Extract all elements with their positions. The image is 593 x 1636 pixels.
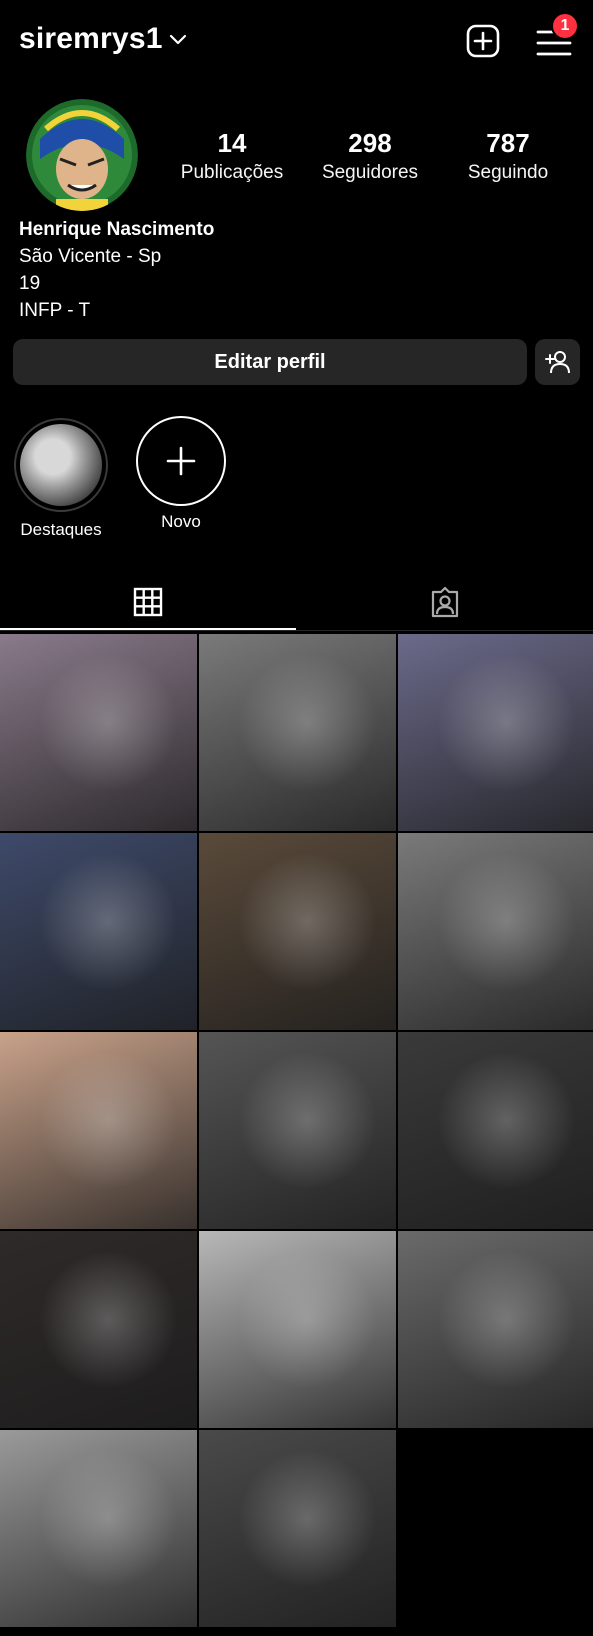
following-count-value: 787 xyxy=(486,128,530,158)
discover-people-button[interactable] xyxy=(535,339,580,385)
edit-profile-button[interactable]: Editar perfil xyxy=(13,339,527,385)
post-thumbnail[interactable] xyxy=(199,1231,396,1428)
new-highlight-button[interactable] xyxy=(136,416,226,506)
followers-count[interactable]: 298 Seguidores xyxy=(305,128,435,188)
username-title[interactable]: siremrys1 xyxy=(19,22,163,56)
following-count[interactable]: 787 Seguindo xyxy=(443,128,573,188)
posts-count-label: Publicações xyxy=(180,162,284,183)
plus-square-icon xyxy=(466,24,500,58)
add-person-icon xyxy=(544,351,570,374)
post-thumbnail[interactable] xyxy=(199,833,396,1030)
post-thumbnail[interactable] xyxy=(199,634,396,831)
following-count-label: Seguindo xyxy=(467,162,549,183)
chevron-down-icon[interactable] xyxy=(167,28,189,50)
new-post-button[interactable] xyxy=(466,24,500,58)
highlight-destaques[interactable] xyxy=(14,418,108,512)
post-image xyxy=(0,634,197,831)
post-image xyxy=(199,1032,396,1229)
post-image xyxy=(398,1231,593,1428)
post-thumbnail[interactable] xyxy=(0,833,197,1030)
post-image xyxy=(398,634,593,831)
post-thumbnail[interactable] xyxy=(398,1231,593,1428)
followers-count-value: 298 xyxy=(348,128,392,158)
bio-line: São Vicente - Sp xyxy=(19,246,162,267)
post-thumbnail[interactable] xyxy=(398,1032,593,1229)
posts-count: 14 Publicações xyxy=(167,128,297,188)
highlight-cover-image xyxy=(20,424,102,506)
post-image xyxy=(199,634,396,831)
notification-badge: 1 xyxy=(551,12,579,40)
followers-count-label: Seguidores xyxy=(321,162,419,183)
grid-icon xyxy=(133,587,163,617)
tab-posts-grid[interactable] xyxy=(0,572,296,632)
post-image xyxy=(398,833,593,1030)
plus-icon xyxy=(166,446,196,476)
post-thumbnail[interactable] xyxy=(0,1032,197,1229)
post-image xyxy=(199,1430,396,1627)
post-image xyxy=(0,1032,197,1229)
post-thumbnail[interactable] xyxy=(199,1430,396,1627)
highlight-label: Destaques xyxy=(20,520,102,539)
post-thumbnail[interactable] xyxy=(0,634,197,831)
bio-line: INFP - T xyxy=(19,300,91,321)
post-image xyxy=(0,1430,197,1627)
highlight-label: Novo xyxy=(161,512,201,531)
post-image xyxy=(398,1032,593,1229)
tabs-divider xyxy=(0,630,593,631)
profile-bio: Henrique Nascimento São Vicente - Sp 19 … xyxy=(19,216,214,324)
post-thumbnail[interactable] xyxy=(0,1430,197,1627)
bio-line: 19 xyxy=(19,273,41,294)
post-image xyxy=(0,833,197,1030)
post-thumbnail[interactable] xyxy=(398,833,593,1030)
post-image xyxy=(199,1231,396,1428)
avatar[interactable] xyxy=(26,99,138,211)
post-image xyxy=(199,833,396,1030)
tab-tagged[interactable] xyxy=(297,572,593,632)
post-image xyxy=(0,1231,197,1428)
profile-name: Henrique Nascimento xyxy=(19,219,215,240)
post-thumbnail[interactable] xyxy=(199,1032,396,1229)
post-thumbnail[interactable] xyxy=(398,634,593,831)
posts-count-value: 14 xyxy=(217,128,247,158)
tagged-icon xyxy=(431,586,459,618)
post-thumbnail[interactable] xyxy=(0,1231,197,1428)
